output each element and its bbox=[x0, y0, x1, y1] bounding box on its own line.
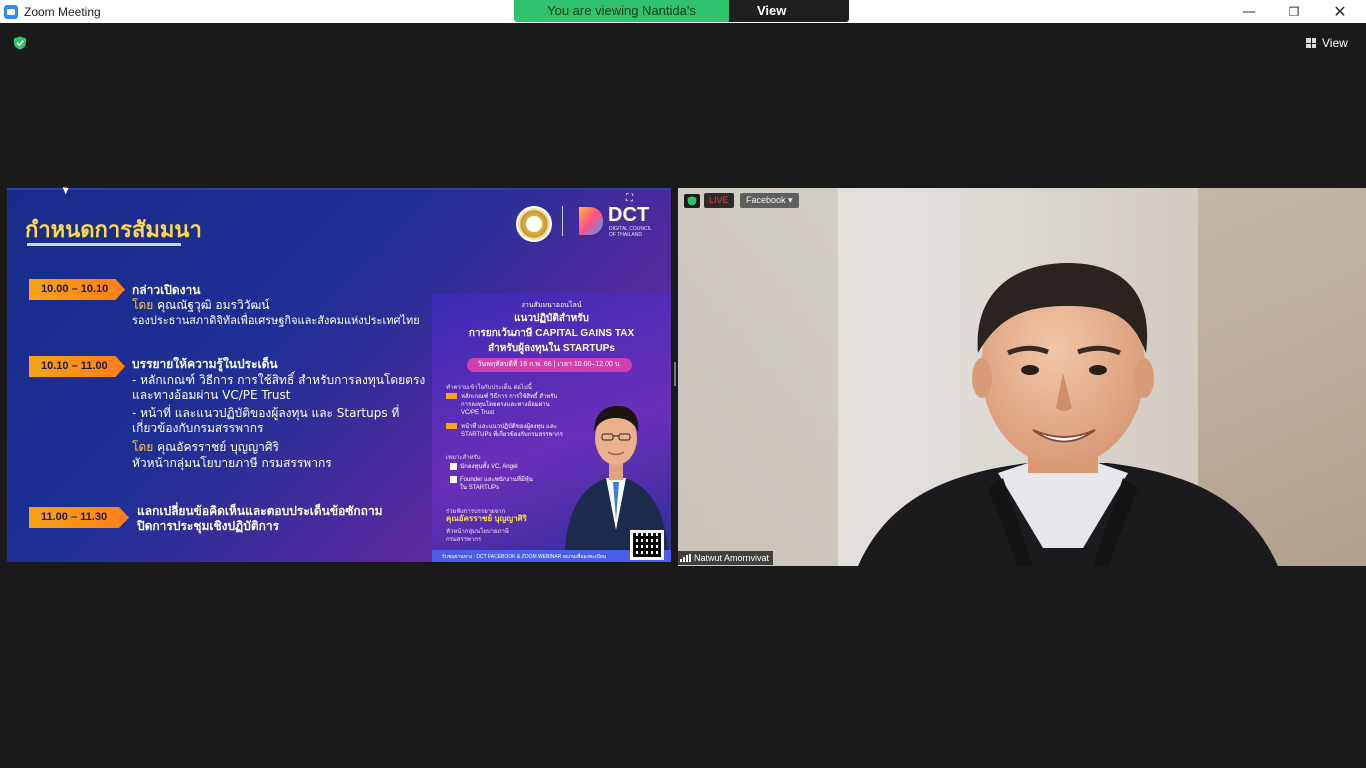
checkbox-icon bbox=[450, 463, 457, 470]
poster-headline: สำหรับผู้ลงทุนใน STARTUPs bbox=[488, 343, 615, 354]
shared-screen[interactable]: กำหนดการสัมมนา DCT DIGITAL COUNCIL OF TH… bbox=[7, 188, 671, 562]
poster-kicker: งานสัมมนาออนไลน์ bbox=[521, 302, 582, 309]
poster-speaker-name: คุณอัครราชย์ บุญญาศิริ bbox=[446, 514, 527, 523]
poster-topic-text: หลักเกณฑ์ วิธีการ การใช้สิทธิ์ สำหรับ bbox=[461, 394, 558, 400]
close-button[interactable]: ✕ bbox=[1317, 0, 1363, 23]
poster-audience-text: นักลงทุนทั้ง VC, Angel bbox=[460, 464, 518, 471]
agenda-line: และทางอ้อมผ่าน VC/PE Trust bbox=[132, 388, 291, 402]
poster-speaker-role: กรมสรรพากร bbox=[446, 537, 482, 543]
agenda-line: หัวหน้ากลุ่มนโยบายภาษี กรมสรรพากร bbox=[132, 456, 332, 470]
agenda-by-label: โดย bbox=[132, 440, 154, 454]
agenda-line: ปิดการประชุมเชิงปฏิบัติการ bbox=[137, 519, 280, 533]
poster-topic: หน้าที่ และแนวปฏิบัติของผู้ลงทุน และ bbox=[446, 423, 557, 431]
poster-topic-text: STARTUPs ที่เกี่ยวข้องกับกรมสรรพากร bbox=[461, 432, 563, 438]
participant-video[interactable]: LIVE Facebook ▾ Natwut Amornvivat bbox=[678, 188, 1366, 566]
qr-code bbox=[630, 530, 664, 560]
split-drag-handle[interactable] bbox=[674, 362, 676, 386]
viewing-screen-label: You are viewing Nantida's screen bbox=[514, 0, 729, 22]
participant-person bbox=[858, 263, 1278, 566]
window-title: Zoom Meeting bbox=[24, 4, 101, 19]
dct-sub-line: OF THAILAND bbox=[609, 232, 642, 238]
bullet-icon bbox=[446, 423, 457, 430]
poster-audience-text: ใน STARTUPs bbox=[460, 485, 500, 491]
view-layout-label: View bbox=[1322, 36, 1348, 50]
title-underline bbox=[27, 243, 181, 246]
agenda-speaker: คุณอัครราชย์ บุญญาศิริ bbox=[153, 440, 279, 454]
poster-headline: แนวปฏิบัติสำหรับ bbox=[514, 313, 589, 324]
revenue-department-logo bbox=[516, 206, 552, 242]
speaker-photo bbox=[565, 406, 668, 550]
logo-divider bbox=[562, 206, 563, 236]
poster-audience: นักลงทุนทั้ง VC, Angel bbox=[450, 463, 518, 471]
maximize-button[interactable]: ❐ bbox=[1271, 0, 1317, 23]
bullet-icon bbox=[446, 393, 457, 400]
agenda-speaker: คุณณัฐวุฒิ อมรวิวัฒน์ bbox=[153, 298, 270, 312]
agenda-time-badge: 11.00 – 11.30 bbox=[29, 507, 129, 528]
shield-check-icon bbox=[684, 194, 700, 208]
poster-audience-heading: เหมาะสำหรับ bbox=[446, 455, 481, 461]
poster-audience-text: Founder และพนักงานที่มีหุ้น bbox=[460, 477, 533, 484]
dct-logo-text: DCT bbox=[608, 204, 650, 226]
shield-check-icon[interactable] bbox=[13, 36, 27, 50]
dct-logo-subtitle: DIGITAL COUNCIL OF THAILAND bbox=[609, 226, 652, 238]
dct-logo-icon bbox=[579, 207, 603, 235]
poster-topic-text: การลงทุนโดยตรงและทางอ้อมผ่าน bbox=[461, 402, 550, 408]
agenda-line: เกี่ยวข้องกับกรมสรรพากร bbox=[132, 421, 264, 435]
live-stream-target-dropdown[interactable]: Facebook ▾ bbox=[740, 193, 799, 208]
event-poster: งานสัมมนาออนไลน์ แนวปฏิบัติสำหรับ การยกเ… bbox=[432, 294, 671, 562]
zoom-app-icon bbox=[4, 4, 18, 19]
checkbox-icon bbox=[450, 476, 457, 483]
slide-title: กำหนดการสัมมนา bbox=[25, 218, 202, 243]
poster-topics-heading: ทำความเข้าใจกับประเด็น ต่อไปนี้ bbox=[446, 385, 532, 391]
minimize-button[interactable]: — bbox=[1226, 0, 1272, 23]
agenda-time-badge: 10.10 – 11.00 bbox=[29, 356, 125, 377]
video-background bbox=[678, 188, 838, 566]
signal-strength-icon bbox=[680, 554, 691, 562]
poster-date: วันพฤหัสบดีที่ 16 ก.พ. 66 | เวลา 10.00–1… bbox=[467, 358, 632, 372]
participant-name: Natwut Amornvivat bbox=[694, 553, 770, 563]
live-badge: LIVE bbox=[704, 193, 734, 208]
view-options-button[interactable]: View Options ⌄ bbox=[729, 0, 849, 22]
agenda-by-label: โดย bbox=[132, 298, 154, 312]
poster-topic: หลักเกณฑ์ วิธีการ การใช้สิทธิ์ สำหรับ bbox=[446, 393, 557, 401]
expand-icon[interactable]: ⛶ bbox=[626, 193, 633, 204]
poster-headline: การยกเว้นภาษี CAPITAL GAINS TAX bbox=[468, 328, 635, 339]
poster-topic-text: หน้าที่ และแนวปฏิบัติของผู้ลงทุน และ bbox=[461, 424, 557, 430]
poster-audience: Founder และพนักงานที่มีหุ้น bbox=[450, 476, 533, 484]
participant-name-tag: Natwut Amornvivat bbox=[678, 551, 774, 565]
grid-icon bbox=[1306, 38, 1316, 48]
screen-share-banner: You are viewing Nantida's screen View Op… bbox=[514, 0, 849, 22]
agenda-time-badge: 10.00 – 10.10 bbox=[29, 279, 125, 300]
view-layout-button[interactable]: View bbox=[1306, 33, 1348, 53]
poster-topic-text: VC/PE Trust bbox=[461, 410, 495, 416]
agenda-line: รองประธานสภาดิจิทัลเพื่อเศรษฐกิจและสังคม… bbox=[132, 314, 420, 327]
